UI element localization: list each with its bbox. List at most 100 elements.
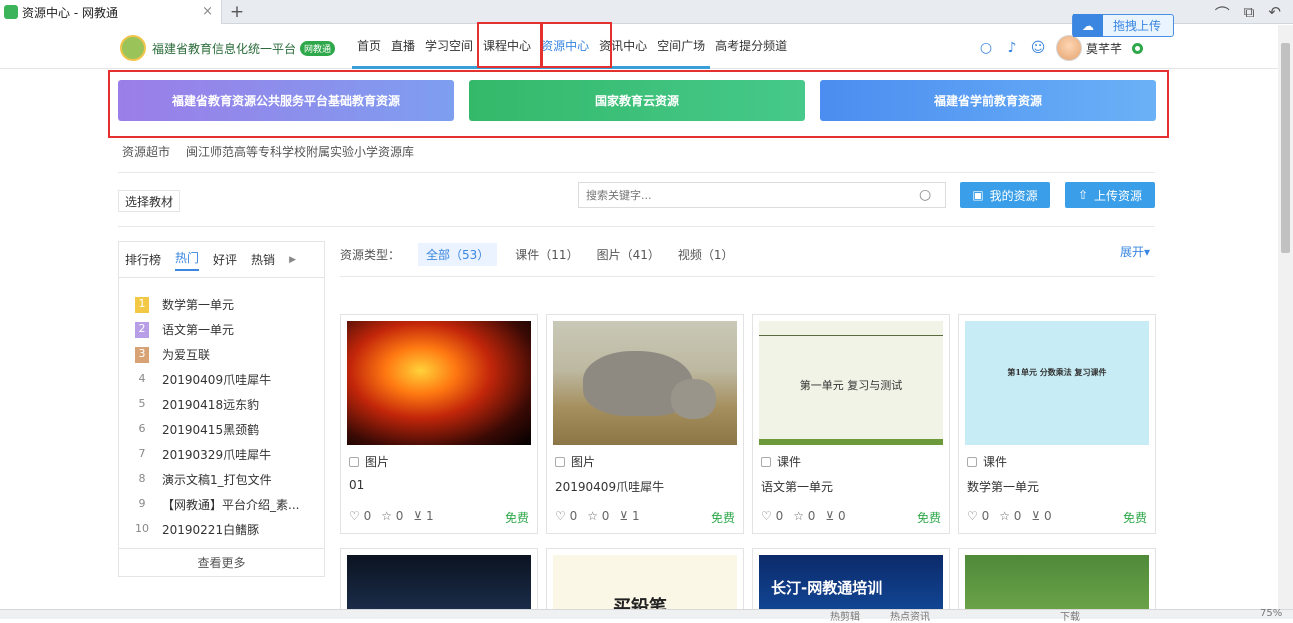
list-item[interactable]: 9 【网教通】平台介绍_素... (135, 492, 324, 517)
filter-image[interactable]: 图片（41） (597, 246, 660, 263)
thumbnail-rhino-image (553, 321, 737, 445)
download-count[interactable]: ⊻ 0 (1031, 509, 1051, 523)
headphone-icon[interactable]: ⌒ (1215, 3, 1230, 24)
banner-fujian-basic-edu[interactable]: 福建省教育资源公共服务平台基础教育资源 (118, 80, 454, 121)
resource-card[interactable]: 买铅笔 (546, 548, 744, 619)
like-count[interactable]: ♡ 0 (349, 509, 371, 523)
filter-all[interactable]: 全部（53） (418, 243, 498, 266)
list-item[interactable]: 2 语文第一单元 (135, 317, 324, 342)
my-resources-label: 我的资源 (989, 188, 1038, 203)
view-more-button[interactable]: 查看更多 (119, 548, 324, 576)
search-icon[interactable]: ○ (919, 187, 943, 203)
price-badge: 免费 (916, 511, 941, 525)
list-item[interactable]: 7 20190329爪哇犀牛 (135, 442, 324, 467)
browser-tab[interactable]: 资源中心 - 网教通 × (0, 0, 222, 24)
status-download[interactable]: 下载 (1060, 608, 1080, 623)
breadcrumb-school-library[interactable]: 闽江师范高等专科学校附属实验小学资源库 (186, 143, 414, 160)
highlight-box-course (477, 22, 542, 68)
folder-icon: ▣ (972, 188, 984, 202)
resource-card[interactable]: 第一单元 复习与测试 课件 语文第一单元 ♡ 0 ☆ 0 ⊻ 0 免费 (752, 314, 950, 534)
list-item[interactable]: 6 20190415黑颈鹤 (135, 417, 324, 442)
breadcrumb: 资源超市 闽江师范高等专科学校附属实验小学资源库 (122, 143, 414, 160)
user-bar: ○ ♪ ☺ 莫芊芊 (978, 35, 1144, 61)
nav-learning-space[interactable]: 学习空间 (420, 25, 479, 69)
download-count[interactable]: ⊻ 0 (825, 509, 845, 523)
filter-courseware[interactable]: 课件（11） (515, 246, 578, 263)
card-stats: ♡ 0 ☆ 0 ⊻ 0 (967, 509, 1052, 523)
new-tab-button[interactable]: + (226, 1, 248, 23)
site-logo[interactable]: 福建省教育信息化统一平台 网教通 (120, 35, 336, 61)
resource-card[interactable] (958, 548, 1156, 619)
banner-national-edu-cloud[interactable]: 国家教育云资源 (469, 80, 805, 121)
search-input[interactable] (579, 188, 919, 202)
thumbnail-fire-image (347, 321, 531, 445)
upload-resource-label: 上传资源 (1094, 188, 1143, 203)
nav-gaokao-channel[interactable]: 高考提分频道 (710, 25, 792, 69)
rank-number: 8 (138, 471, 146, 485)
thumb-line (759, 335, 943, 336)
nav-home[interactable]: 首页 (352, 25, 387, 69)
rank-name: 为爱互联 (162, 348, 211, 362)
breadcrumb-resource-market[interactable]: 资源超市 (122, 143, 170, 160)
card-stats: ♡ 0 ☆ 0 ⊻ 0 (761, 509, 846, 523)
browser-status-bar: 热剪辑 热点资讯 下载 75% (0, 608, 1293, 623)
download-count[interactable]: ⊻ 1 (619, 509, 639, 523)
list-item[interactable]: 10 20190221白鳍豚 (135, 517, 324, 542)
resource-card[interactable]: 图片 20190409爪哇犀牛 ♡ 0 ☆ 0 ⊻ 1 免费 (546, 314, 744, 534)
resource-banners: 福建省教育资源公共服务平台基础教育资源 国家教育云资源 福建省学前教育资源 (118, 80, 1156, 121)
status-hot-news[interactable]: 热点资讯 (890, 608, 930, 623)
favorite-count[interactable]: ☆ 0 (999, 509, 1021, 523)
restore-icon[interactable]: ⧉ (1244, 3, 1255, 24)
nav-space-plaza[interactable]: 空间广场 (652, 25, 711, 69)
avatar[interactable] (1056, 35, 1082, 61)
status-circle-icon[interactable] (1132, 42, 1144, 54)
list-item[interactable]: 8 演示文稿1_打包文件 (135, 467, 324, 492)
card-type: 图片 (349, 453, 389, 470)
upload-resource-button[interactable]: ⇧ 上传资源 (1065, 182, 1155, 208)
search-icon[interactable]: ○ (978, 40, 994, 56)
card-title: 01 (349, 478, 365, 492)
like-count[interactable]: ♡ 0 (555, 509, 577, 523)
list-item[interactable]: 4 20190409爪哇犀牛 (135, 367, 324, 392)
rank-name: 语文第一单元 (162, 323, 235, 337)
list-item[interactable]: 3 为爱互联 (135, 342, 324, 367)
chevron-right-icon[interactable]: ▶ (289, 255, 296, 265)
expand-button[interactable]: 展开▾ (1120, 243, 1150, 260)
message-icon[interactable]: ☺ (1030, 40, 1046, 56)
tab-top-rated[interactable]: 好评 (213, 251, 237, 268)
bell-icon[interactable]: ♪ (1004, 40, 1020, 56)
download-count[interactable]: ⊻ 1 (413, 509, 433, 523)
like-count[interactable]: ♡ 0 (967, 509, 989, 523)
tab-best-selling[interactable]: 热销 (251, 251, 275, 268)
close-tab-icon[interactable]: × (202, 4, 213, 19)
logo-text: 福建省教育信息化统一平台 (152, 41, 297, 56)
filter-label: 资源类型： (340, 248, 401, 262)
resource-card[interactable]: 图片 01 ♡ 0 ☆ 0 ⊻ 1 免费 (340, 314, 538, 534)
nav-live[interactable]: 直播 (386, 25, 421, 69)
ranking-header: 排行榜 热门 好评 热销 ▶ (119, 242, 324, 278)
resource-card[interactable]: 第1单元 分数乘法 复习课件 课件 数学第一单元 ♡ 0 ☆ 0 ⊻ 0 免费 (958, 314, 1156, 534)
image-type-icon (349, 456, 359, 467)
status-zoom[interactable]: 75% (1260, 608, 1282, 619)
favorite-count[interactable]: ☆ 0 (381, 509, 403, 523)
favorite-count[interactable]: ☆ 0 (793, 509, 815, 523)
highlight-box-resource (541, 22, 612, 68)
tab-hot[interactable]: 热门 (175, 249, 200, 271)
drag-upload-widget[interactable]: ☁ 拖拽上传 (1072, 14, 1174, 37)
favorite-count[interactable]: ☆ 0 (587, 509, 609, 523)
undo-icon[interactable]: ↶ (1268, 3, 1281, 24)
user-name[interactable]: 莫芊芊 (1086, 40, 1122, 57)
list-item[interactable]: 1 数学第一单元 (135, 292, 324, 317)
scrollbar-thumb[interactable] (1281, 43, 1290, 253)
like-count[interactable]: ♡ 0 (761, 509, 783, 523)
list-item[interactable]: 5 20190418远东豹 (135, 392, 324, 417)
select-textbook-button[interactable]: 选择教材 (118, 190, 180, 212)
my-resources-button[interactable]: ▣ 我的资源 (960, 182, 1050, 208)
banner-fujian-preschool[interactable]: 福建省学前教育资源 (820, 80, 1156, 121)
page-scrollbar[interactable] (1278, 25, 1293, 609)
filter-video[interactable]: 视频（1） (678, 246, 734, 263)
status-hot-clip[interactable]: 热剪辑 (830, 608, 860, 623)
resource-card[interactable] (340, 548, 538, 619)
courseware-type-icon (967, 456, 977, 467)
price-badge: 免费 (710, 511, 735, 525)
